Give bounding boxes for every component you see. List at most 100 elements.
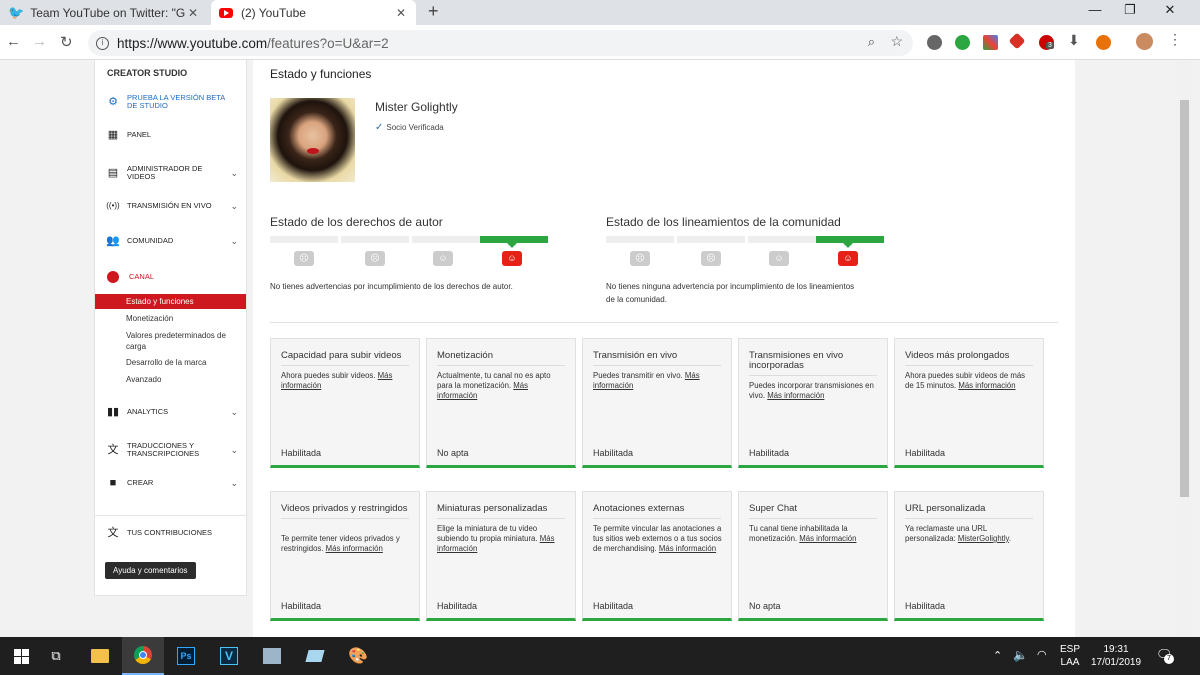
sidebar-item-create[interactable]: ■ CREAR ⌄ [105, 477, 240, 489]
notes-icon[interactable] [294, 637, 336, 675]
close-tab-icon[interactable]: ✕ [394, 6, 408, 20]
sidebar-item-channel[interactable]: CANAL [105, 271, 240, 283]
more-info-link[interactable]: Más información [799, 534, 856, 543]
more-info-link[interactable]: Más información [326, 544, 383, 553]
card-title: Monetización [437, 351, 565, 366]
card-desc: Actualmente, tu canal no es apto para la… [437, 371, 551, 400]
paint-icon[interactable]: 🎨 [337, 637, 379, 675]
feature-card-custom-thumbnails: Miniaturas personalizadas Elige la minia… [426, 491, 576, 621]
sidebar-subitem-upload-defaults[interactable]: Valores predeterminados de carga [126, 330, 231, 352]
tab-title: (2) YouTube [241, 5, 306, 20]
info-icon[interactable]: i [96, 36, 109, 50]
scrollbar-thumb[interactable] [1180, 100, 1189, 497]
photoshop-icon[interactable]: Ps [165, 637, 207, 675]
sidebar-item-label: TRANSMISIÓN EN VIVO [127, 201, 212, 210]
more-info-link[interactable]: Más información [767, 391, 824, 400]
notifications-icon[interactable]: 🗨 7 [1156, 647, 1174, 664]
tab-twitter[interactable]: 🐦 Team YouTube on Twitter: "Gracias ✕ [0, 0, 208, 25]
tab-youtube[interactable]: (2) YouTube ✕ [211, 0, 416, 25]
card-desc: Te permite vincular las anotaciones a tu… [593, 524, 722, 553]
wifi-icon[interactable]: ◠ [1037, 648, 1047, 661]
minimize-icon[interactable]: — [1080, 2, 1110, 17]
clock[interactable]: 19:31 17/01/2019 [1090, 643, 1142, 669]
menu-icon[interactable]: ⋮ [1168, 31, 1183, 47]
sidebar-item-label: PANEL [127, 130, 152, 139]
chrome-icon[interactable] [122, 637, 164, 675]
sidebar-item-translations[interactable]: 文 TRADUCCIONES Y TRANSCRIPCIONES ⌄ [105, 442, 240, 458]
back-icon[interactable]: ← [6, 33, 21, 50]
meter-segment-active [480, 236, 548, 243]
feature-card-longer-videos: Videos más prolongados Ahora puedes subi… [894, 338, 1044, 468]
card-title: URL personalizada [905, 504, 1033, 519]
video-camera-icon: ■ [109, 477, 117, 489]
creator-studio-sidebar: CREATOR STUDIO ⚙ PRUEBA LA VERSIÓN BETA … [94, 60, 247, 596]
extension-2-icon[interactable] [955, 35, 970, 50]
card-status: Habilitada [281, 448, 322, 458]
custom-url-link[interactable]: MisterGolightly [958, 534, 1009, 543]
sidebar-item-video-manager[interactable]: ▤ ADMINISTRADOR DE VIDEOS ⌄ [105, 165, 240, 181]
community-status-message: No tienes ninguna advertencia por incump… [606, 282, 855, 304]
sidebar-item-analytics[interactable]: ▮▮ ANALYTICS ⌄ [105, 406, 240, 418]
reload-icon[interactable]: ↻ [60, 33, 73, 51]
url-text: https://www.youtube.com/features?o=U&ar=… [117, 35, 389, 51]
restore-icon[interactable]: ❐ [1115, 2, 1145, 18]
help-feedback-button[interactable]: Ayuda y comentarios [105, 562, 196, 579]
twitter-icon: 🐦 [8, 4, 25, 20]
sidebar-item-beta[interactable]: ⚙ PRUEBA LA VERSIÓN BETA DE STUDIO [105, 94, 240, 110]
vegas-icon[interactable]: V [208, 637, 250, 675]
slight-face-icon: ☺ [769, 251, 789, 266]
extension-6-icon[interactable] [1096, 35, 1111, 50]
card-title: Videos privados y restringidos [281, 504, 409, 519]
bookmark-star-icon[interactable]: ☆ [890, 33, 903, 50]
slight-face-icon: ☺ [433, 251, 453, 266]
sidebar-item-community[interactable]: 👥 COMUNIDAD ⌄ [105, 235, 240, 247]
sidebar-item-contributions[interactable]: 文 TUS CONTRIBUCIONES [105, 528, 240, 539]
channel-name[interactable]: Mister Golightly [375, 100, 458, 114]
card-desc: Ya reclamaste una URL personalizada: Mis… [905, 524, 1012, 543]
card-status: Habilitada [749, 448, 790, 458]
task-view-icon[interactable]: ⧉ [35, 637, 77, 675]
meter-segment [341, 236, 409, 243]
sidebar-item-panel[interactable]: ▦ PANEL [105, 130, 240, 141]
more-info-link[interactable]: Más información [958, 381, 1015, 390]
community-icon: 👥 [106, 235, 120, 247]
volume-icon[interactable]: 🔈 [1013, 648, 1028, 662]
extension-3-icon[interactable] [983, 35, 998, 50]
card-desc: Elige la miniatura de tu video subiendo … [437, 524, 555, 553]
sidebar-item-live[interactable]: ((•)) TRANSMISIÓN EN VIVO ⌄ [105, 201, 240, 211]
extension-1-icon[interactable] [927, 35, 942, 50]
tray-expand-icon[interactable]: ⌃ [993, 649, 1002, 662]
new-tab-icon[interactable]: + [428, 1, 439, 22]
address-bar[interactable]: i https://www.youtube.com/features?o=U&a… [88, 30, 913, 56]
card-status: Habilitada [593, 448, 634, 458]
page-title: Estado y funciones [270, 67, 372, 81]
extension-4-icon[interactable] [1008, 32, 1026, 50]
feature-card-private-videos: Videos privados y restringidos Te permit… [270, 491, 420, 621]
profile-avatar[interactable] [1136, 33, 1153, 50]
file-explorer-icon[interactable] [79, 637, 121, 675]
close-window-icon[interactable]: ✕ [1155, 2, 1185, 18]
download-icon[interactable]: ⬇ [1068, 32, 1083, 48]
meter-segment [748, 236, 816, 243]
input-language[interactable]: ESP LAA [1060, 643, 1080, 669]
feature-card-upload: Capacidad para subir videos Ahora puedes… [270, 338, 420, 468]
more-info-link[interactable]: Más información [659, 544, 716, 553]
sidebar-item-label: CANAL [129, 272, 155, 281]
meter-segment [606, 236, 674, 243]
card-desc: Te permite tener videos privados y restr… [281, 534, 400, 553]
sidebar-subitem-advanced[interactable]: Avanzado [126, 375, 161, 384]
card-title: Videos más prolongados [905, 351, 1033, 366]
page-scrollbar[interactable] [1177, 60, 1192, 637]
adblock-icon[interactable]: 3 [1039, 35, 1054, 50]
analytics-icon: ▮▮ [106, 406, 120, 418]
card-title: Capacidad para subir videos [281, 351, 409, 366]
sidebar-subitem-branding[interactable]: Desarrollo de la marca [126, 358, 206, 367]
close-tab-icon[interactable]: ✕ [186, 6, 200, 20]
forward-icon[interactable]: → [32, 33, 47, 50]
zoom-icon[interactable]: ⌕ [868, 34, 875, 50]
sidebar-subitem-status[interactable]: Estado y funciones [95, 294, 246, 309]
sidebar-subitem-monetization[interactable]: Monetización [126, 314, 173, 323]
calculator-icon[interactable] [251, 637, 293, 675]
happy-face-icon: ☺ [838, 251, 858, 266]
verified-badge: ✓ Socio Verificada [375, 122, 444, 133]
